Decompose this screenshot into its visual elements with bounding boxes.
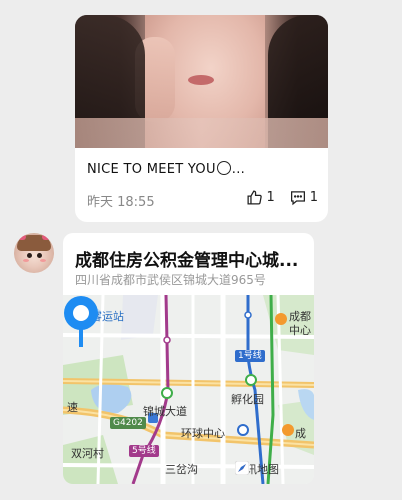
map-label-huanqiu: 环球中心 [181, 427, 225, 440]
map-label-su: 速 [67, 401, 78, 414]
smile-emoji-icon [216, 161, 231, 175]
location-message[interactable]: 成都住房公积金管理中心城... 四川省成都市武侯区锦城大道965号 成都 中心 … [63, 233, 314, 484]
map-label-cheng: 成 [295, 427, 306, 440]
map-label-jincheng: 锦城大道 [143, 405, 187, 418]
map-label-sancha: 三岔沟 [165, 463, 198, 476]
photo-shoulder [75, 118, 328, 148]
like-count: 1 [266, 190, 275, 205]
caption-suffix: ... [231, 162, 246, 177]
avatar-eye-left [27, 253, 32, 258]
location-map[interactable]: 石羊客运站 成都 中心 1号线 孵化园 锦城大道 速 G4202 环球中心 成 … [63, 295, 314, 484]
photo-lips [188, 75, 214, 85]
feed-card[interactable]: NICE TO MEET YOU... 昨天 18:55 1 1 [75, 15, 328, 222]
avatar-bow-right [42, 234, 50, 240]
thumbs-up-icon [247, 190, 263, 205]
avatar-bow-left [18, 234, 26, 240]
sender-avatar[interactable] [14, 233, 54, 273]
metro-line1-badge: 1号线 [235, 350, 265, 362]
comment-button[interactable]: 1 [289, 189, 318, 206]
caption-text: NICE TO MEET YOU [87, 162, 216, 177]
map-label-fuhua: 孵化园 [231, 393, 264, 406]
avatar-cheek-left [23, 259, 29, 262]
like-button[interactable]: 1 [246, 189, 275, 206]
location-address: 四川省成都市武侯区锦城大道965号 [75, 273, 266, 287]
avatar-cheek-right [40, 259, 46, 262]
comment-icon [290, 191, 305, 206]
comment-count: 1 [309, 190, 318, 205]
highway-g4202-badge: G4202 [110, 417, 146, 429]
post-time: 昨天 18:55 [87, 195, 155, 210]
post-photo[interactable] [75, 15, 328, 148]
avatar-eye-right [37, 253, 42, 258]
tencent-map-logo-icon [235, 461, 249, 475]
map-label-zhong: 中心 [289, 324, 311, 337]
metro-line5-badge: 5号线 [129, 445, 159, 457]
map-label-shuanghe: 双河村 [71, 447, 104, 460]
location-pin-icon [64, 296, 98, 347]
post-actions: 1 1 [246, 189, 318, 206]
tencent-map-brand: 腾讯地图 [235, 461, 279, 477]
location-title: 成都住房公积金管理中心城... [75, 251, 299, 271]
post-caption: NICE TO MEET YOU... [87, 161, 245, 177]
